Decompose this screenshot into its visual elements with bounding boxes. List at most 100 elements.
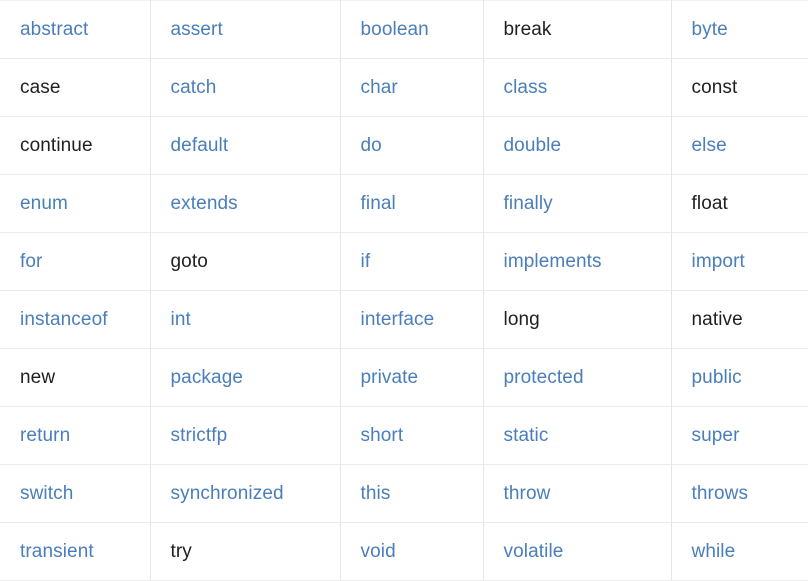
keyword-cell: implements bbox=[483, 232, 672, 291]
keyword-cell: double bbox=[483, 116, 672, 175]
keyword-link[interactable]: transient bbox=[20, 540, 94, 564]
table-row: continue default do double else bbox=[0, 116, 808, 175]
keyword-link[interactable]: void bbox=[361, 540, 396, 564]
table-row: enum extends final finally float bbox=[0, 174, 808, 233]
keyword-cell: boolean bbox=[340, 0, 484, 59]
keyword-cell: interface bbox=[340, 290, 484, 349]
keyword-cell: synchronized bbox=[150, 464, 341, 523]
table-row: return strictfp short static super bbox=[0, 406, 808, 465]
keyword-cell: char bbox=[340, 58, 484, 117]
keyword-cell: case bbox=[0, 58, 151, 117]
keyword-cell: abstract bbox=[0, 0, 151, 59]
keyword-cell: while bbox=[671, 522, 808, 581]
keyword-link[interactable]: catch bbox=[171, 76, 217, 100]
keyword-link[interactable]: assert bbox=[171, 18, 223, 42]
keyword-link[interactable]: super bbox=[692, 424, 740, 448]
keyword-link[interactable]: implements bbox=[504, 250, 602, 274]
keywords-table-body: abstract assert boolean break byte case catch c… bbox=[0, 0, 808, 581]
keyword-text: const bbox=[691, 76, 738, 98]
keyword-cell: catch bbox=[150, 58, 341, 117]
keyword-link[interactable]: volatile bbox=[504, 540, 564, 564]
keyword-link[interactable]: return bbox=[20, 424, 70, 448]
keyword-link[interactable]: extends bbox=[171, 192, 238, 216]
keyword-link[interactable]: this bbox=[361, 482, 391, 506]
keyword-cell: public bbox=[671, 348, 808, 407]
table-row: transient try void volatile while bbox=[0, 522, 808, 581]
keyword-cell: import bbox=[671, 232, 808, 291]
keyword-cell: else bbox=[671, 116, 808, 175]
keyword-cell: transient bbox=[0, 522, 151, 581]
keyword-text: case bbox=[20, 76, 61, 98]
keyword-cell: instanceof bbox=[0, 290, 151, 349]
keyword-cell: volatile bbox=[483, 522, 672, 581]
table-row: case catch char class const bbox=[0, 58, 808, 117]
keyword-link[interactable]: int bbox=[171, 308, 191, 332]
keyword-cell: do bbox=[340, 116, 484, 175]
keyword-cell: static bbox=[483, 406, 672, 465]
keyword-link[interactable]: char bbox=[361, 76, 398, 100]
keyword-link[interactable]: final bbox=[361, 192, 396, 216]
keyword-cell: package bbox=[150, 348, 341, 407]
keyword-cell: void bbox=[340, 522, 484, 581]
keyword-cell: continue bbox=[0, 116, 151, 175]
keyword-cell: float bbox=[671, 174, 808, 233]
keyword-cell: try bbox=[150, 522, 341, 581]
keyword-text: break bbox=[503, 18, 552, 40]
keyword-cell: extends bbox=[150, 174, 341, 233]
keyword-cell: this bbox=[340, 464, 484, 523]
keyword-cell: super bbox=[671, 406, 808, 465]
keyword-link[interactable]: strictfp bbox=[171, 424, 228, 448]
table-row: abstract assert boolean break byte bbox=[0, 0, 808, 59]
keyword-cell: if bbox=[340, 232, 484, 291]
keyword-link[interactable]: instanceof bbox=[20, 308, 108, 332]
keyword-link[interactable]: switch bbox=[20, 482, 73, 506]
keyword-link[interactable]: else bbox=[692, 134, 727, 158]
keyword-link[interactable]: if bbox=[361, 250, 371, 274]
keyword-link[interactable]: for bbox=[20, 250, 42, 274]
keyword-link[interactable]: synchronized bbox=[171, 482, 284, 506]
keyword-link[interactable]: protected bbox=[504, 366, 584, 390]
keyword-link[interactable]: boolean bbox=[361, 18, 429, 42]
keyword-link[interactable]: double bbox=[504, 134, 562, 158]
keyword-cell: break bbox=[483, 0, 672, 59]
keyword-text: continue bbox=[20, 134, 93, 156]
keyword-cell: finally bbox=[483, 174, 672, 233]
keyword-cell: throws bbox=[671, 464, 808, 523]
keyword-link[interactable]: class bbox=[504, 76, 548, 100]
keyword-cell: int bbox=[150, 290, 341, 349]
table-row: instanceof int interface long native bbox=[0, 290, 808, 349]
keyword-cell: final bbox=[340, 174, 484, 233]
keyword-link[interactable]: import bbox=[692, 250, 745, 274]
keyword-link[interactable]: short bbox=[361, 424, 404, 448]
keyword-cell: short bbox=[340, 406, 484, 465]
keyword-cell: assert bbox=[150, 0, 341, 59]
keyword-link[interactable]: throws bbox=[692, 482, 749, 506]
keyword-text: try bbox=[170, 540, 192, 562]
keyword-link[interactable]: private bbox=[361, 366, 419, 390]
table-row: new package private protected public bbox=[0, 348, 808, 407]
keyword-cell: long bbox=[483, 290, 672, 349]
keyword-cell: private bbox=[340, 348, 484, 407]
keyword-cell: strictfp bbox=[150, 406, 341, 465]
keyword-link[interactable]: throw bbox=[504, 482, 551, 506]
keyword-link[interactable]: public bbox=[692, 366, 742, 390]
keyword-cell: default bbox=[150, 116, 341, 175]
keyword-text: native bbox=[691, 308, 743, 330]
keyword-link[interactable]: static bbox=[504, 424, 549, 448]
keyword-cell: enum bbox=[0, 174, 151, 233]
keyword-text: new bbox=[20, 366, 56, 388]
keyword-link[interactable]: interface bbox=[361, 308, 435, 332]
keyword-text: goto bbox=[170, 250, 208, 272]
keyword-link[interactable]: package bbox=[171, 366, 244, 390]
keyword-link[interactable]: while bbox=[692, 540, 736, 564]
keyword-link[interactable]: abstract bbox=[20, 18, 88, 42]
keyword-cell: return bbox=[0, 406, 151, 465]
keyword-link[interactable]: enum bbox=[20, 192, 68, 216]
keyword-link[interactable]: byte bbox=[692, 18, 728, 42]
table-row: for goto if implements import bbox=[0, 232, 808, 291]
keyword-link[interactable]: do bbox=[361, 134, 382, 158]
keyword-cell: protected bbox=[483, 348, 672, 407]
keyword-text: float bbox=[691, 192, 728, 214]
keyword-link[interactable]: finally bbox=[504, 192, 553, 216]
keyword-link[interactable]: default bbox=[171, 134, 229, 158]
